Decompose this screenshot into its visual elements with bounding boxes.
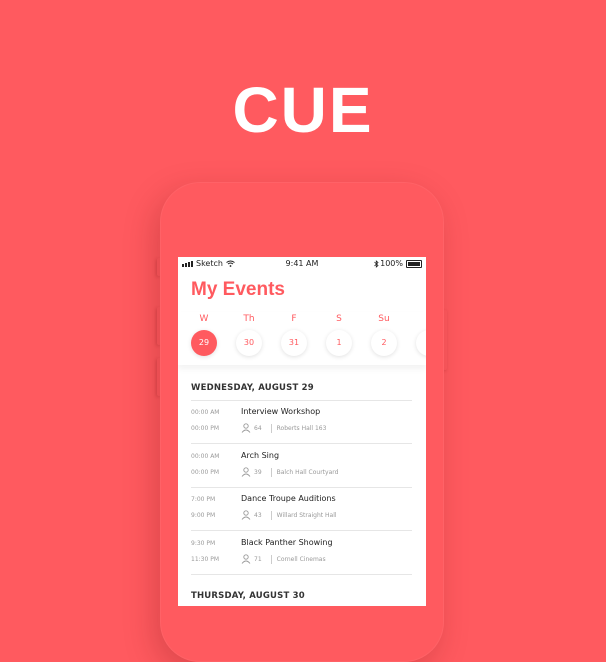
event-name: Arch Sing [241,451,280,460]
event-end-time: 11:30 PM [191,556,219,563]
event-attendee-count: 39 [254,468,262,476]
section-header-date: WEDNESDAY, AUGUST 29 [191,383,314,393]
battery-percent: 100% [380,259,403,268]
status-bar: Sketch 9:41 AM 100% [178,257,426,272]
phone-screen: Sketch 9:41 AM 100% My Events W 29 Th 30… [178,257,426,606]
event-name: Black Panther Showing [241,538,333,547]
page-title: My Events [191,279,285,300]
meta-separator [270,423,272,433]
person-icon [241,510,251,520]
meta-separator [270,467,272,477]
event-attendee-count: 64 [254,424,262,432]
day-saturday[interactable]: S 1 [324,312,354,356]
day-friday[interactable]: F 31 [279,312,309,356]
day-date[interactable]: 31 [281,330,307,356]
day-letter: F [291,314,297,324]
event-end-time: 00:00 PM [191,425,219,432]
day-date[interactable]: 2 [371,330,397,356]
event-row[interactable]: 00:00 AM 00:00 PM Arch Sing 39 Balch Hal… [191,445,412,488]
event-end-time: 9:00 PM [191,512,216,519]
day-date-partial[interactable] [416,330,426,356]
day-date[interactable]: 30 [236,330,262,356]
meta-separator [270,510,272,520]
event-attendee-count: 43 [254,511,262,519]
section-header-date: THURSDAY, AUGUST 30 [191,591,305,601]
day-letter: Su [378,314,390,324]
day-thursday[interactable]: Th 30 [234,312,264,356]
event-location: Roberts Hall 163 [276,424,327,432]
event-end-time: 00:00 PM [191,469,219,476]
event-row[interactable]: 00:00 AM 00:00 PM Interview Workshop 64 … [191,401,412,444]
day-letter-empty [414,312,426,326]
brand-title: CUE [232,74,374,146]
event-location: Balch Hall Courtyard [276,468,339,476]
status-right: 100% [374,259,422,268]
person-icon [241,554,251,564]
event-start-time: 00:00 AM [191,453,220,460]
day-next-partial[interactable] [414,312,426,356]
event-start-time: 7:00 PM [191,496,216,503]
bluetooth-icon [374,259,379,268]
person-icon [241,467,251,477]
event-meta: 43 Willard Straight Hall [241,510,337,520]
battery-icon [406,259,422,268]
day-letter: S [336,314,342,324]
person-icon [241,423,251,433]
divider [191,443,412,444]
meta-separator [270,554,272,564]
event-name: Dance Troupe Auditions [241,494,336,503]
divider [191,530,412,531]
divider [191,574,412,575]
event-row[interactable]: 9:30 PM 11:30 PM Black Panther Showing 7… [191,532,412,575]
day-sunday[interactable]: Su 2 [369,312,399,356]
day-letter: Th [243,314,255,324]
day-wednesday[interactable]: W 29 [189,312,219,356]
event-meta: 64 Roberts Hall 163 [241,423,326,433]
event-meta: 71 Cornell Cinemas [241,554,326,564]
event-location: Cornell Cinemas [276,555,326,563]
event-attendee-count: 71 [254,555,262,563]
event-location: Willard Straight Hall [276,511,337,519]
event-row[interactable]: 7:00 PM 9:00 PM Dance Troupe Auditions 4… [191,488,412,531]
day-letter: W [199,314,209,324]
week-strip: W 29 Th 30 F 31 S 1 Su 2 [178,312,426,365]
event-start-time: 00:00 AM [191,409,220,416]
event-meta: 39 Balch Hall Courtyard [241,467,338,477]
event-start-time: 9:30 PM [191,540,216,547]
day-date-selected[interactable]: 29 [191,330,217,356]
day-date[interactable]: 1 [326,330,352,356]
event-name: Interview Workshop [241,407,321,416]
